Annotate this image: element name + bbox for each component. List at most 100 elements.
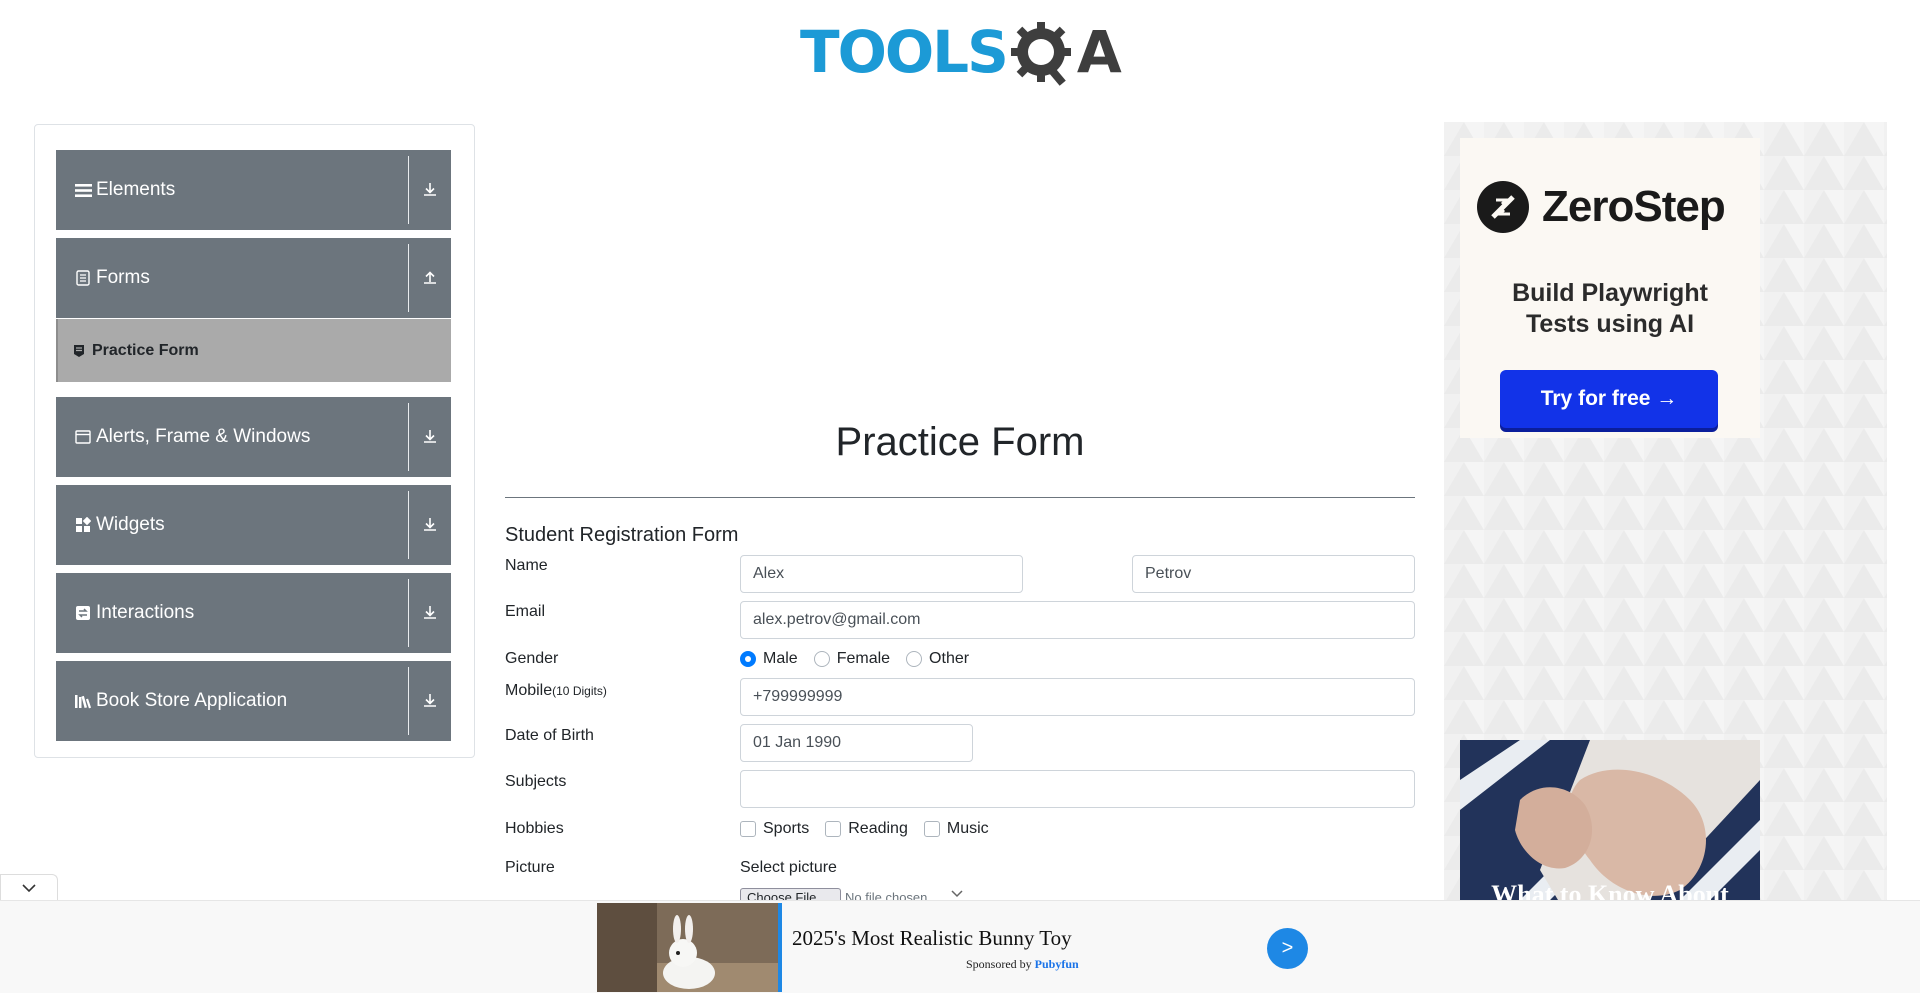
hamburger-icon bbox=[74, 181, 92, 199]
divider bbox=[408, 579, 409, 647]
option-label: Other bbox=[929, 650, 970, 667]
hobby-option-reading[interactable]: Reading bbox=[825, 820, 908, 838]
sidebar-group-label: Book Store Application bbox=[96, 690, 288, 711]
divider bbox=[408, 491, 409, 559]
download-icon[interactable] bbox=[417, 176, 443, 202]
page-title: Practice Form bbox=[835, 420, 1085, 464]
zerostep-logo-icon bbox=[1477, 181, 1529, 233]
ad-go-button[interactable]: > bbox=[1267, 928, 1308, 969]
logo-a-text: A bbox=[1076, 18, 1122, 86]
photo-ad-caption: What to Know About bbox=[1491, 880, 1729, 902]
hobbies-checkbox-group: Sports Reading Music bbox=[740, 820, 1005, 838]
option-label: Female bbox=[836, 650, 891, 667]
left-sidebar: Elements Forms Practice Form Alerts, Fra… bbox=[34, 124, 475, 758]
sponsored-prefix: Sponsored by bbox=[966, 957, 1035, 971]
checkbox[interactable] bbox=[825, 821, 842, 837]
toolsqa-logo[interactable]: TOOLS A bbox=[800, 14, 1124, 90]
zerostep-brand: ZeroStep bbox=[1542, 182, 1726, 231]
photo-ad[interactable]: What to Know About bbox=[1460, 740, 1760, 902]
no-file-text: No file chosen bbox=[845, 890, 928, 900]
option-label: Sports bbox=[763, 820, 810, 837]
sidebar-group-label: Widgets bbox=[96, 514, 165, 535]
gear-magnifier-icon bbox=[1010, 18, 1073, 86]
chevron-down-icon bbox=[22, 884, 36, 893]
document-icon bbox=[74, 269, 92, 287]
choose-file-button[interactable]: Choose File bbox=[740, 888, 841, 900]
sidebar-item-practice-form[interactable]: Practice Form bbox=[56, 319, 451, 382]
hobbies-label: Hobbies bbox=[505, 820, 564, 837]
picture-label: Picture bbox=[505, 859, 555, 876]
divider bbox=[408, 667, 409, 735]
gender-radio-group: Male Female Other bbox=[740, 650, 985, 668]
sidebar-group-book-store[interactable]: Book Store Application bbox=[56, 661, 451, 741]
subjects-input[interactable] bbox=[740, 770, 1415, 808]
radio-button[interactable] bbox=[813, 651, 830, 667]
first-name-input[interactable]: Alex bbox=[740, 555, 1023, 593]
dob-label: Date of Birth bbox=[505, 727, 594, 744]
try-for-free-button[interactable]: Try for free → bbox=[1500, 370, 1718, 428]
right-ad-column: ZeroStep Build Playwright Tests using AI… bbox=[1444, 122, 1887, 902]
checkbox[interactable] bbox=[923, 821, 940, 837]
tagline-line-2: Tests using AI bbox=[1525, 310, 1695, 338]
sidebar-group-alerts[interactable]: Alerts, Frame & Windows bbox=[56, 397, 451, 477]
radio-button[interactable] bbox=[740, 651, 756, 667]
email-input[interactable]: alex.petrov@gmail.com bbox=[740, 601, 1415, 639]
download-icon[interactable] bbox=[417, 423, 443, 449]
sidebar-group-forms[interactable]: Forms bbox=[56, 238, 451, 318]
zerostep-tagline: Build Playwright Tests using AI bbox=[1460, 278, 1760, 340]
option-label: Music bbox=[946, 820, 989, 837]
download-icon[interactable] bbox=[417, 687, 443, 713]
gender-option-female[interactable]: Female bbox=[813, 650, 891, 668]
sponsored-by-text: Sponsored by Pubyfun bbox=[966, 957, 1079, 972]
mobile-label-text: Mobile bbox=[505, 682, 553, 699]
zerostep-ad[interactable]: ZeroStep Build Playwright Tests using AI… bbox=[1460, 138, 1760, 438]
window-icon bbox=[74, 428, 92, 446]
chevron-down-icon bbox=[950, 886, 964, 898]
sidebar-item-label: Practice Form bbox=[92, 341, 199, 359]
radio-button[interactable] bbox=[906, 651, 923, 667]
form-icon bbox=[72, 344, 86, 358]
gender-label: Gender bbox=[505, 650, 559, 667]
divider bbox=[505, 497, 1415, 498]
zerostep-logo: ZeroStep bbox=[1476, 180, 1726, 234]
widgets-icon bbox=[74, 516, 92, 534]
interactions-icon bbox=[74, 604, 92, 622]
bunny-toy-image[interactable] bbox=[597, 903, 781, 992]
sidebar-group-widgets[interactable]: Widgets bbox=[56, 485, 451, 565]
form-heading: Student Registration Form bbox=[505, 524, 739, 546]
sidebar-group-interactions[interactable]: Interactions bbox=[56, 573, 451, 653]
sidebar-group-label: Alerts, Frame & Windows bbox=[96, 426, 311, 447]
sponsor-name[interactable]: Pubyfun bbox=[1035, 957, 1079, 971]
date-of-birth-input[interactable]: 01 Jan 1990 bbox=[740, 724, 973, 762]
last-name-input[interactable]: Petrov bbox=[1132, 555, 1415, 593]
logo-tools-text: TOOLS bbox=[800, 18, 1009, 86]
divider bbox=[408, 244, 409, 312]
books-icon bbox=[74, 692, 92, 710]
email-label: Email bbox=[505, 603, 546, 620]
sidebar-group-elements[interactable]: Elements bbox=[56, 150, 451, 230]
mobile-input[interactable]: +799999999 bbox=[740, 678, 1415, 716]
sidebar-group-label: Interactions bbox=[96, 602, 195, 623]
hands-photo bbox=[1460, 740, 1760, 902]
gender-option-other[interactable]: Other bbox=[906, 650, 969, 668]
divider bbox=[408, 156, 409, 224]
sidebar-group-label: Elements bbox=[96, 179, 176, 200]
sidebar-group-label: Forms bbox=[96, 267, 150, 288]
hobby-option-music[interactable]: Music bbox=[923, 820, 989, 838]
download-icon[interactable] bbox=[417, 511, 443, 537]
upload-icon[interactable] bbox=[417, 264, 443, 290]
option-label: Reading bbox=[848, 820, 908, 837]
subjects-label: Subjects bbox=[505, 773, 567, 790]
download-icon[interactable] bbox=[417, 599, 443, 625]
collapse-ad-button[interactable] bbox=[0, 874, 58, 901]
option-label: Male bbox=[763, 650, 798, 667]
hobby-option-sports[interactable]: Sports bbox=[740, 820, 809, 838]
bottom-ad-title[interactable]: 2025's Most Realistic Bunny Toy bbox=[792, 926, 1072, 951]
mobile-label: Mobile(10 Digits) bbox=[505, 682, 607, 700]
divider bbox=[408, 403, 409, 471]
mobile-hint: (10 Digits) bbox=[552, 684, 607, 698]
name-label: Name bbox=[505, 557, 548, 574]
ad-accent-bar bbox=[778, 903, 782, 992]
gender-option-male[interactable]: Male bbox=[740, 650, 798, 668]
checkbox[interactable] bbox=[740, 821, 756, 837]
